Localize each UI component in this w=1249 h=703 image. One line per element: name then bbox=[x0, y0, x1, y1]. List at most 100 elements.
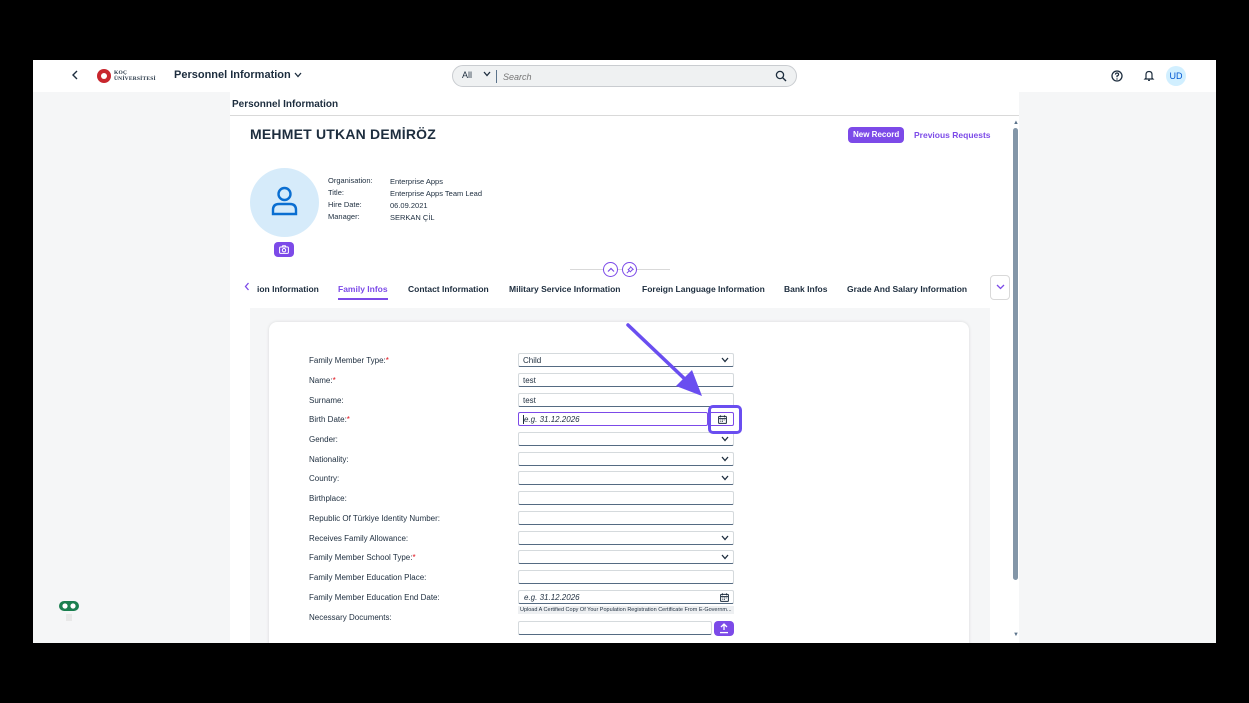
calendar-icon[interactable] bbox=[720, 593, 729, 602]
new-record-button[interactable]: New Record bbox=[848, 127, 905, 143]
info-value-hire-date: 06.09.2021 bbox=[390, 201, 428, 210]
person-icon bbox=[271, 186, 298, 216]
select-value: Child bbox=[523, 356, 542, 365]
collapse-header-button[interactable] bbox=[603, 262, 618, 277]
birthplace-input[interactable] bbox=[518, 491, 734, 505]
chevron-down-icon bbox=[721, 475, 729, 481]
gender-select[interactable] bbox=[518, 432, 734, 446]
family-member-type-select[interactable]: Child bbox=[518, 353, 734, 367]
label-birthplace: Birthplace: bbox=[309, 494, 347, 503]
shell-bar: KOÇ ÜNİVERSİTESİ Personnel Information A… bbox=[33, 60, 1216, 92]
camera-icon bbox=[279, 245, 289, 254]
change-photo-button[interactable] bbox=[274, 242, 294, 257]
info-label-manager: Manager: bbox=[328, 212, 360, 221]
input-placeholder: e.g. 31.12.2026 bbox=[524, 593, 580, 602]
tab-military-service-information[interactable]: Military Service Information bbox=[509, 284, 620, 294]
label-text: Family Member Type: bbox=[309, 356, 386, 365]
document-upload-field[interactable] bbox=[518, 621, 712, 635]
employee-name: MEHMET UTKAN DEMİRÖZ bbox=[250, 126, 436, 142]
nationality-select[interactable] bbox=[518, 452, 734, 466]
search-bar: All bbox=[452, 65, 797, 87]
back-button[interactable] bbox=[71, 68, 79, 83]
tab-overflow-button[interactable] bbox=[990, 275, 1010, 300]
school-type-select[interactable] bbox=[518, 550, 734, 564]
logo-line-2: ÜNİVERSİTESİ bbox=[114, 76, 156, 82]
tab-grade-and-salary-information[interactable]: Grade And Salary Information bbox=[847, 284, 967, 294]
chevron-down-icon bbox=[721, 456, 729, 462]
tab-ion-information[interactable]: ion Information bbox=[257, 284, 319, 294]
required-marker: * bbox=[385, 356, 389, 365]
search-icon[interactable] bbox=[775, 70, 787, 82]
info-label-organisation: Organisation: bbox=[328, 176, 373, 185]
input-value: test bbox=[523, 376, 536, 385]
app-title: Personnel Information bbox=[174, 69, 291, 81]
label-education-end-date: Family Member Education End Date: bbox=[309, 593, 440, 602]
header-divider bbox=[570, 269, 670, 270]
label-identity-number: Republic Of Türkiye Identity Number: bbox=[309, 514, 441, 523]
label-text: Name: bbox=[309, 376, 333, 385]
label-country: Country: bbox=[309, 474, 340, 483]
upload-icon bbox=[720, 623, 728, 634]
label-text: Family Member School Type: bbox=[309, 553, 413, 562]
page-scrollbar[interactable]: ▲ ▼ bbox=[1013, 120, 1019, 643]
previous-requests-button[interactable]: Previous Requests bbox=[914, 130, 991, 140]
scrollbar-thumb[interactable] bbox=[1013, 128, 1018, 580]
tab-family-infos[interactable]: Family Infos bbox=[338, 284, 388, 300]
chevron-up-icon bbox=[607, 267, 615, 272]
input-value: test bbox=[523, 396, 536, 405]
chevron-down-icon bbox=[721, 535, 729, 541]
assistant-logo-icon[interactable] bbox=[56, 598, 82, 622]
label-gender: Gender: bbox=[309, 435, 338, 444]
employee-photo-placeholder bbox=[250, 168, 319, 237]
name-input[interactable]: test bbox=[518, 373, 734, 387]
chevron-down-icon[interactable] bbox=[483, 69, 491, 79]
info-label-title: Title: bbox=[328, 188, 344, 197]
tab-bank-infos[interactable]: Bank Infos bbox=[784, 284, 827, 294]
tab-foreign-language-information[interactable]: Foreign Language Information bbox=[642, 284, 765, 294]
bell-icon[interactable] bbox=[1143, 69, 1155, 82]
identity-number-input[interactable] bbox=[518, 511, 734, 525]
pin-icon bbox=[626, 266, 634, 274]
label-necessary-documents: Necessary Documents: bbox=[309, 613, 392, 622]
tab-scroll-left-button[interactable] bbox=[244, 282, 250, 294]
surname-input[interactable]: test bbox=[518, 393, 734, 407]
upload-button[interactable] bbox=[714, 621, 734, 636]
label-birth-date: Birth Date:* bbox=[309, 415, 350, 424]
page-title: Personnel Information bbox=[232, 99, 339, 110]
input-placeholder: e.g. 31.12.2026 bbox=[524, 415, 580, 424]
calendar-button-highlight bbox=[708, 405, 742, 434]
search-divider bbox=[496, 70, 497, 83]
app-window: KOÇ ÜNİVERSİTESİ Personnel Information A… bbox=[33, 60, 1216, 643]
education-end-date-input[interactable]: e.g. 31.12.2026 bbox=[518, 590, 734, 604]
search-input[interactable] bbox=[503, 69, 773, 84]
scroll-up-icon[interactable]: ▲ bbox=[1013, 120, 1019, 126]
page-header-bar: Personnel Information bbox=[230, 92, 1019, 116]
pin-header-button[interactable] bbox=[622, 262, 637, 277]
necessary-documents-note: Upload A Certified Copy Of Your Populati… bbox=[518, 606, 734, 614]
country-select[interactable] bbox=[518, 471, 734, 485]
section-tabs: ion Information Family Infos Contact Inf… bbox=[230, 278, 1019, 300]
label-education-place: Family Member Education Place: bbox=[309, 573, 427, 582]
education-place-input[interactable] bbox=[518, 570, 734, 584]
chevron-down-icon bbox=[721, 554, 729, 560]
required-marker: * bbox=[346, 415, 350, 424]
chevron-down-icon bbox=[721, 436, 729, 442]
tab-contact-information[interactable]: Contact Information bbox=[408, 284, 489, 294]
user-avatar[interactable]: UD bbox=[1166, 66, 1186, 86]
scroll-down-icon[interactable]: ▼ bbox=[1013, 632, 1019, 638]
logo-text: KOÇ ÜNİVERSİTESİ bbox=[114, 70, 156, 82]
info-label-hire-date: Hire Date: bbox=[328, 200, 362, 209]
required-marker: * bbox=[412, 553, 416, 562]
chevron-down-icon bbox=[294, 69, 302, 81]
chevron-left-icon bbox=[244, 282, 249, 291]
app-title-menu[interactable]: Personnel Information bbox=[174, 69, 302, 81]
required-marker: * bbox=[332, 376, 336, 385]
help-icon[interactable] bbox=[1111, 70, 1123, 82]
birth-date-input[interactable]: e.g. 31.12.2026 bbox=[518, 412, 708, 426]
label-family-member-type: Family Member Type:* bbox=[309, 356, 389, 365]
logo-mark bbox=[97, 69, 111, 83]
label-name: Name:* bbox=[309, 376, 336, 385]
receives-family-allowance-select[interactable] bbox=[518, 531, 734, 545]
info-value-organisation: Enterprise Apps bbox=[390, 177, 443, 186]
search-scope-select[interactable]: All bbox=[462, 70, 472, 80]
